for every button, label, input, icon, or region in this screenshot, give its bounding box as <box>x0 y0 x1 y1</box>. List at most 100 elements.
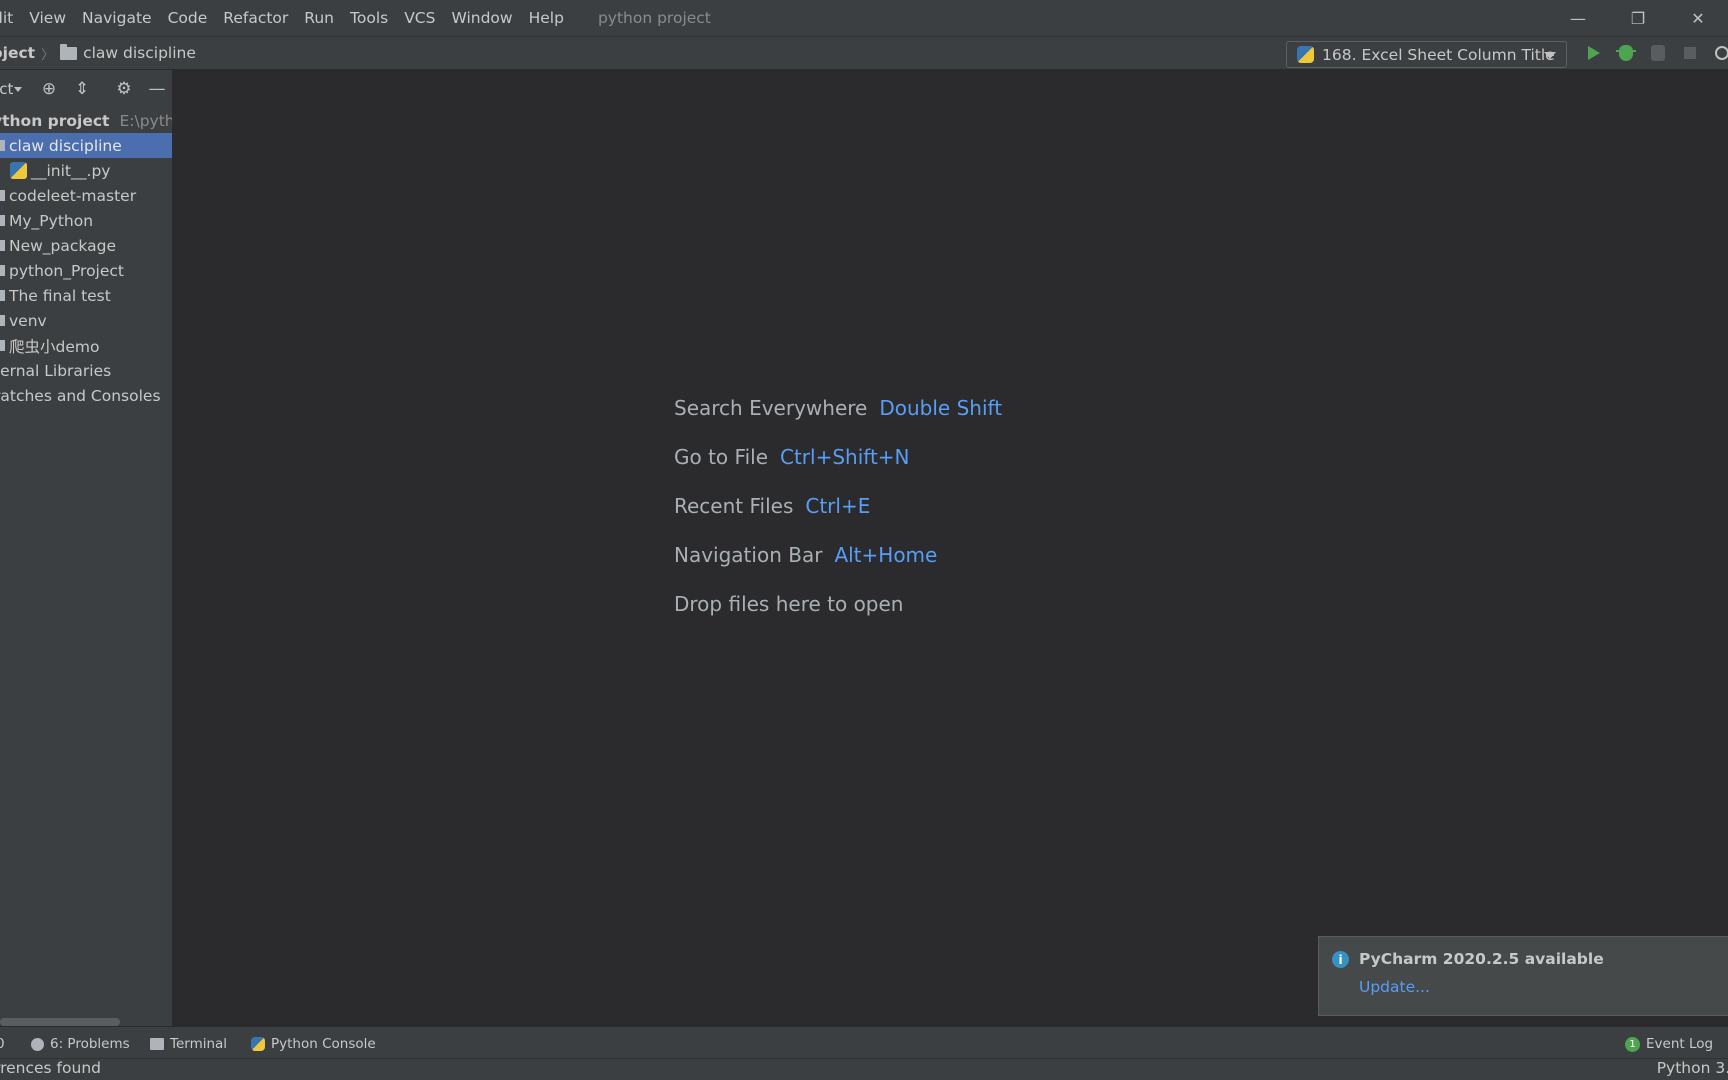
stop-icon <box>1684 47 1696 59</box>
menu-code[interactable]: Code <box>160 9 216 27</box>
hint-shortcut: Alt+Home <box>834 542 938 567</box>
problems-label: 6: Problems <box>50 1036 130 1052</box>
editor-area[interactable]: Search Everywhere Double Shift Go to Fil… <box>174 70 1728 1026</box>
problems-tab[interactable]: 6: Problems <box>31 1036 130 1052</box>
python-console-tab[interactable]: Python Console <box>251 1036 376 1052</box>
play-icon <box>1588 46 1600 60</box>
tree-external-libraries[interactable]: ternal Libraries <box>0 358 172 383</box>
folder-icon <box>0 215 5 226</box>
hint-label: Recent Files <box>674 493 794 518</box>
tree-item[interactable]: python_Project <box>0 258 172 283</box>
tree-item[interactable]: New_package <box>0 233 172 258</box>
tree-root[interactable]: ython project E:\python <box>0 108 172 133</box>
run-configuration-select[interactable]: 168. Excel Sheet Column Title <box>1286 41 1567 68</box>
project-tree: ython project E:\python claw discipline … <box>0 108 172 408</box>
folder-icon <box>0 265 5 276</box>
gear-icon[interactable]: ⚙ <box>113 78 135 100</box>
tree-item-label: ratches and Consoles <box>0 386 161 405</box>
event-log-tab[interactable]: 1 Event Log <box>1625 1036 1713 1052</box>
locate-icon[interactable]: ⊕ <box>38 78 60 100</box>
menu-window[interactable]: Window <box>443 9 520 27</box>
tree-item[interactable]: codeleet-master <box>0 183 172 208</box>
tool-window-cut-item[interactable]: 0 <box>0 1036 5 1052</box>
tree-item-label: python_Project <box>9 261 125 280</box>
tree-item[interactable]: __init__.py <box>0 158 172 183</box>
breadcrumb-folder[interactable]: claw discipline <box>60 43 196 62</box>
hide-icon[interactable]: — <box>146 78 168 100</box>
folder-icon <box>0 315 5 326</box>
hint-drop-files: Drop files here to open <box>674 579 1002 628</box>
tree-item-label: venv <box>9 311 47 330</box>
tool-window-bar: 0 6: Problems Terminal Python Console 1 … <box>0 1026 1728 1058</box>
run-button[interactable] <box>1578 36 1610 70</box>
hint-shortcut: Ctrl+Shift+N <box>780 444 910 469</box>
horizontal-scrollbar[interactable] <box>0 1018 120 1026</box>
folder-icon <box>0 240 5 251</box>
window-title: python project <box>597 9 711 27</box>
menu-vcs[interactable]: VCS <box>396 9 443 27</box>
menu-navigate[interactable]: Navigate <box>74 9 160 27</box>
tree-root-label: ython project <box>0 111 110 130</box>
menu-refactor[interactable]: Refactor <box>215 9 296 27</box>
stop-button[interactable] <box>1674 36 1706 70</box>
tree-item-label: ternal Libraries <box>0 361 112 380</box>
close-button[interactable]: ✕ <box>1668 0 1728 36</box>
menu-tools[interactable]: Tools <box>342 9 396 27</box>
menu-view[interactable]: View <box>21 9 74 27</box>
tree-item-label: __init__.py <box>31 161 111 180</box>
project-toolbar: ect ⊕ ⇕ ⚙ — <box>0 70 172 108</box>
python-console-label: Python Console <box>271 1036 376 1052</box>
project-view-select[interactable]: ect <box>0 80 23 98</box>
coverage-button[interactable] <box>1642 36 1674 70</box>
event-log-label: Event Log <box>1646 1036 1714 1052</box>
hint-label: Go to File <box>674 444 768 469</box>
chevron-down-icon <box>1544 52 1556 59</box>
interpreter-status[interactable]: Python 3.8 <box>1657 1059 1728 1077</box>
debug-button[interactable] <box>1610 36 1642 70</box>
breadcrumb-project[interactable]: oject <box>0 44 35 62</box>
hint-label: Navigation Bar <box>674 542 823 567</box>
empty-editor-hints: Search Everywhere Double Shift Go to Fil… <box>674 383 1002 628</box>
hint-label: Search Everywhere <box>674 395 868 420</box>
project-view-label: ect <box>0 80 14 98</box>
folder-icon <box>0 340 5 351</box>
tree-item[interactable]: The final test <box>0 283 172 308</box>
restore-button[interactable]: ❐ <box>1608 0 1668 36</box>
breadcrumb-separator-icon: 〉 <box>41 47 55 63</box>
minimize-button[interactable]: — <box>1548 0 1608 36</box>
tree-item-label: claw discipline <box>9 136 122 155</box>
tree-item[interactable]: claw discipline <box>0 133 172 158</box>
menu-run[interactable]: Run <box>296 9 342 27</box>
warning-icon <box>31 1037 44 1051</box>
hint-navigation-bar: Navigation Bar Alt+Home <box>674 530 1002 579</box>
search-icon <box>1715 46 1728 60</box>
tree-item-label: New_package <box>9 236 116 255</box>
project-tool-window: ect ⊕ ⇕ ⚙ — ython project E:\python claw… <box>0 70 173 1026</box>
hint-label: Drop files here to open <box>674 591 904 616</box>
status-bar: rrences found Python 3.8 <box>0 1058 1728 1080</box>
search-button[interactable] <box>1706 36 1728 70</box>
tree-item-label: 爬虫小demo <box>9 337 100 356</box>
tree-item[interactable]: My_Python <box>0 208 172 233</box>
terminal-icon <box>150 1038 164 1050</box>
hint-search-everywhere: Search Everywhere Double Shift <box>674 383 1002 432</box>
coverage-icon <box>1651 45 1665 61</box>
tree-item-label: The final test <box>9 286 111 305</box>
collapse-all-icon[interactable]: ⇕ <box>71 78 93 100</box>
folder-icon <box>0 140 5 151</box>
tree-item[interactable]: venv <box>0 308 172 333</box>
chevron-down-icon <box>14 86 23 92</box>
menu-help[interactable]: Help <box>521 9 572 27</box>
update-link[interactable]: Update... <box>1359 978 1430 996</box>
notification-title: PyCharm 2020.2.5 available <box>1359 950 1604 968</box>
update-notification: i PyCharm 2020.2.5 available Update... <box>1318 936 1728 1016</box>
tree-item[interactable]: 爬虫小demo <box>0 333 172 358</box>
bug-icon <box>1616 45 1636 61</box>
python-icon <box>251 1037 265 1051</box>
status-message: rrences found <box>0 1059 101 1077</box>
window-controls: — ❐ ✕ <box>1548 0 1728 36</box>
run-toolbar <box>1578 36 1728 70</box>
terminal-tab[interactable]: Terminal <box>150 1036 227 1052</box>
menu-edit[interactable]: dit <box>0 9 21 27</box>
tree-scratches[interactable]: ratches and Consoles <box>0 383 172 408</box>
